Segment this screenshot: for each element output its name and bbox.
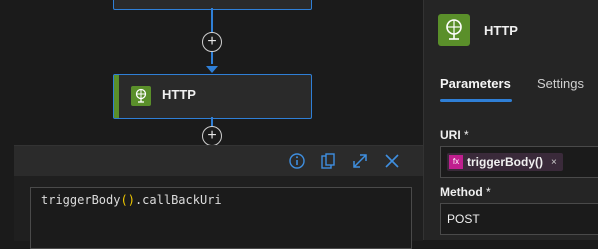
connector-arrowhead: [206, 66, 218, 73]
close-icon[interactable]: [383, 152, 401, 170]
fx-icon: fx: [449, 155, 463, 169]
add-step-button-2[interactable]: +: [202, 126, 222, 146]
token-remove-icon[interactable]: ×: [551, 157, 557, 168]
http-step-label: HTTP: [162, 87, 196, 102]
tab-parameters[interactable]: Parameters: [440, 76, 511, 91]
method-label: Method *: [440, 185, 491, 199]
tab-settings[interactable]: Settings: [537, 76, 584, 91]
expand-icon[interactable]: [351, 152, 369, 170]
globe-icon: [131, 86, 151, 106]
clipboard-icon[interactable]: [319, 152, 337, 170]
method-value: POST: [447, 212, 480, 226]
expression-code: triggerBody().callBackUri: [41, 193, 222, 207]
card-accent: [114, 75, 119, 118]
http-step-card[interactable]: HTTP: [113, 74, 312, 119]
active-tab-indicator: [440, 99, 512, 102]
info-icon[interactable]: [288, 152, 306, 170]
uri-field[interactable]: fx triggerBody() ×: [440, 146, 598, 178]
details-panel: HTTP Parameters Settings URI * fx trigge…: [423, 0, 598, 240]
editor-toolbar: [14, 146, 423, 176]
expression-token[interactable]: fx triggerBody() ×: [447, 153, 563, 171]
expression-editor: triggerBody().callBackUri: [14, 145, 423, 249]
uri-label: URI *: [440, 128, 469, 142]
method-select[interactable]: POST: [440, 203, 598, 235]
panel-title: HTTP: [484, 23, 518, 38]
add-step-button-1[interactable]: +: [202, 32, 222, 52]
token-text: triggerBody(): [467, 155, 543, 169]
globe-icon: [438, 14, 470, 46]
